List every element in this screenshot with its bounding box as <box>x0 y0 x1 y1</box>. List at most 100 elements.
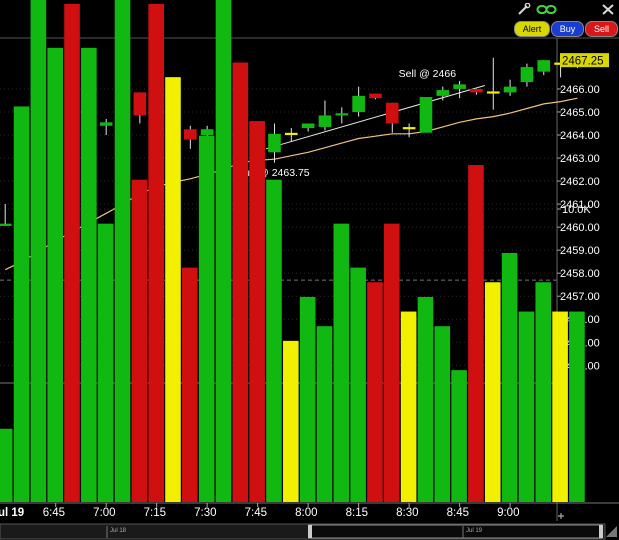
volume-panel: 10.0K20.0K30.0K <box>0 0 591 503</box>
volume-bar <box>13 106 30 502</box>
volume-bar <box>569 311 585 502</box>
price-tick-label: 2457.00 <box>560 291 600 303</box>
price-tick-label: 2466.00 <box>560 84 600 96</box>
candle-body <box>285 132 298 136</box>
bottom-scrollbar[interactable]: Jul 18 Jul 19 <box>0 523 617 540</box>
candle-body <box>385 102 399 124</box>
price-tick-label: 2459.00 <box>560 245 600 257</box>
volume-bar <box>501 252 518 502</box>
volume-bar <box>148 3 164 503</box>
candle <box>133 92 147 124</box>
candle-body <box>184 129 197 140</box>
candle <box>385 102 399 133</box>
price-tick-label: 2463.00 <box>560 153 600 165</box>
candle <box>503 79 517 96</box>
candle <box>470 88 483 95</box>
chart-canvas: 2454.002455.002456.002457.002458.002459.… <box>0 0 619 540</box>
candle-body <box>537 60 551 72</box>
volume-bar <box>47 47 63 502</box>
scrollbar-thumb <box>308 524 603 539</box>
price-tick-label: 2465.00 <box>560 107 600 119</box>
candle <box>537 60 551 76</box>
time-tick-label: 9:00 <box>497 507 519 519</box>
candle <box>352 86 365 117</box>
volume-bar <box>367 282 383 502</box>
candle-body <box>369 93 382 99</box>
candle-body <box>470 88 483 93</box>
candle-body <box>301 123 315 129</box>
volume-bar <box>316 326 333 502</box>
price-tick-label: 2460.00 <box>560 222 600 234</box>
candle-body <box>335 113 349 116</box>
candle <box>369 93 382 100</box>
volume-bar <box>383 223 400 502</box>
volume-bar <box>0 428 13 502</box>
time-axis: ul 19 6:45 7:00 7:15 7:30 7:45 8:00 8:15 8:30 8:4… <box>0 502 619 519</box>
volume-bar <box>266 179 282 502</box>
time-tick-label: 7:45 <box>245 507 267 519</box>
volume-bar <box>350 267 366 502</box>
volume-bar <box>484 282 501 502</box>
volume-bar <box>468 165 484 503</box>
volume-bar <box>114 0 131 503</box>
volume-bar <box>64 3 80 503</box>
candle-body <box>453 84 466 89</box>
candle <box>99 118 113 135</box>
candle <box>453 80 466 99</box>
volume-bar <box>451 370 467 502</box>
price-tick-label: 2458.00 <box>560 268 600 280</box>
scrollbar-date-right: Jul 19 <box>466 528 483 534</box>
candle <box>268 123 281 163</box>
date-label: ul 19 <box>0 507 24 519</box>
current-price-label: 2467.25 <box>562 56 604 68</box>
candle <box>318 100 332 131</box>
candle-body <box>133 92 147 116</box>
volume-bar <box>215 0 232 503</box>
volume-bar <box>400 311 417 502</box>
scrollbar-handle-left <box>308 525 312 538</box>
time-tick-label: 8:00 <box>295 507 317 519</box>
time-tick-label: 7:00 <box>93 507 115 519</box>
time-tick-label: 8:15 <box>346 507 368 519</box>
volume-bar <box>81 47 97 502</box>
candle-body <box>352 95 365 112</box>
volume-bar <box>417 296 434 502</box>
candle-body <box>419 97 433 133</box>
candle <box>335 107 349 124</box>
volume-bar <box>518 311 535 502</box>
volume-bar <box>182 267 198 502</box>
volume-bar <box>232 62 249 502</box>
candle <box>436 86 450 101</box>
candle-body <box>200 129 214 135</box>
resize-grip-icon <box>606 526 617 537</box>
candle-body <box>520 67 534 83</box>
candle <box>184 125 197 149</box>
scrollbar-handle-right <box>599 525 603 538</box>
volume-tick-label: 10.0K <box>562 204 591 216</box>
trade-annotation: Sell @ 2466 <box>399 68 457 80</box>
candle <box>520 63 534 87</box>
candle <box>301 123 315 132</box>
candle <box>419 97 433 133</box>
candle-body <box>503 86 517 93</box>
candle-body <box>0 223 12 226</box>
candle-body <box>99 122 113 126</box>
crosshair-icon <box>558 513 564 519</box>
volume-bar <box>552 311 568 502</box>
candle-body <box>436 90 450 96</box>
volume-bar <box>97 223 114 502</box>
time-tick-label: 8:30 <box>396 507 418 519</box>
price-tick-label: 2464.00 <box>560 130 600 142</box>
volume-bar <box>434 326 451 502</box>
price-tick-label: 2462.00 <box>560 176 600 188</box>
scrollbar-date-left: Jul 18 <box>110 528 127 534</box>
volume-bar <box>299 296 316 502</box>
candle-body <box>268 133 281 153</box>
candle-body <box>486 91 500 94</box>
volume-bar <box>283 340 299 502</box>
candle-body <box>318 115 332 127</box>
time-tick-label: 7:15 <box>144 507 166 519</box>
candle <box>0 204 12 226</box>
volume-bar <box>535 282 552 502</box>
candle-body <box>402 127 416 130</box>
